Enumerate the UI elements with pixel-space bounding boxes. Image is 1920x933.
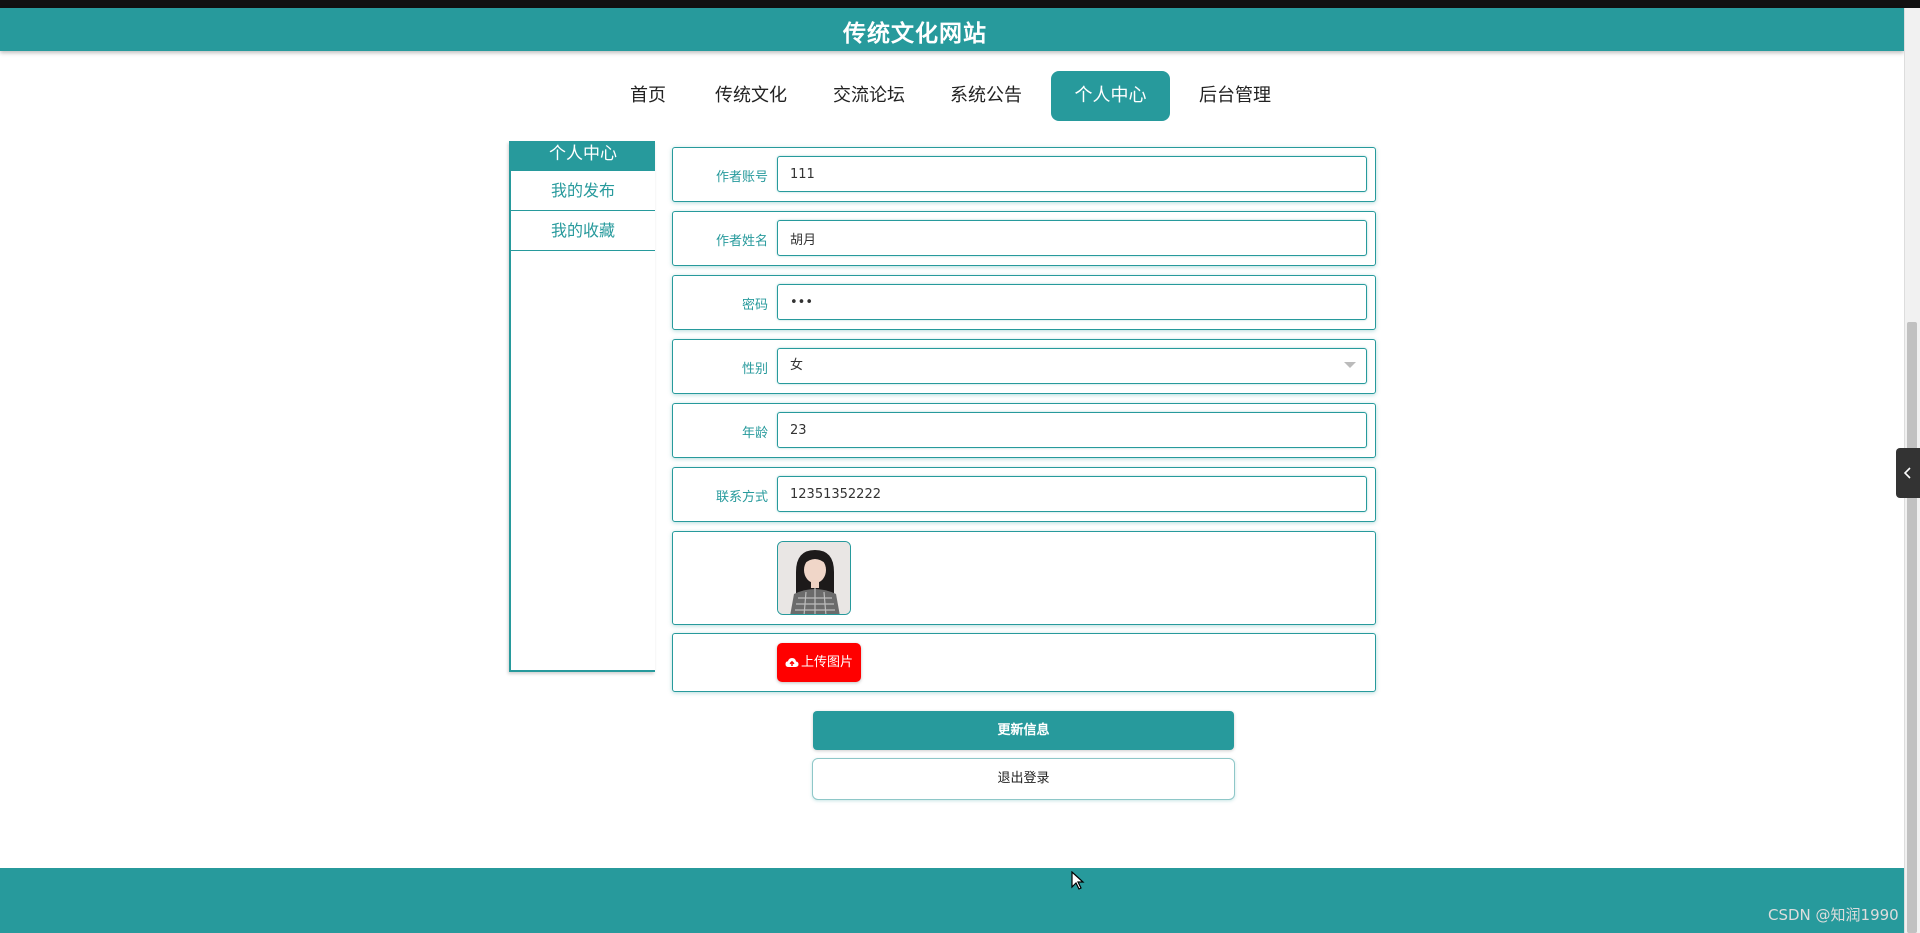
gender-select[interactable]: 女 (777, 348, 1367, 384)
nav-item-personal-center[interactable]: 个人中心 (1051, 71, 1170, 121)
cloud-upload-icon (785, 657, 799, 667)
csdn-watermark: CSDN @知润1990 (1768, 906, 1899, 924)
gender-selected-value: 女 (790, 358, 804, 373)
age-label: 年龄 (741, 426, 768, 441)
nav-item-admin[interactable]: 后台管理 (1192, 71, 1278, 121)
scrollbar-thumb[interactable] (1907, 322, 1917, 933)
nav-item-home[interactable]: 首页 (622, 71, 674, 121)
gender-label: 性别 (741, 362, 768, 377)
password-input[interactable] (777, 284, 1367, 320)
collapse-panel-button[interactable] (1896, 448, 1920, 498)
nav-item-announcements[interactable]: 系统公告 (943, 71, 1029, 121)
chevron-down-icon (1344, 362, 1356, 368)
age-input[interactable] (777, 412, 1367, 448)
main-nav: 首页 传统文化 交流论坛 系统公告 个人中心 后台管理 (0, 71, 1904, 121)
sidebar-item-my-posts[interactable]: 我的发布 (511, 171, 655, 211)
account-label: 作者账号 (715, 170, 768, 185)
name-input[interactable] (777, 220, 1367, 256)
sidebar-title: 个人中心 (511, 141, 655, 171)
sidebar-item-my-favorites[interactable]: 我的收藏 (511, 211, 655, 251)
site-title: 传统文化网站 (843, 21, 987, 47)
form-row-gender: 性别 女 (672, 339, 1376, 394)
sidebar: 个人中心 我的发布 我的收藏 (509, 141, 655, 672)
nav-item-traditional-culture[interactable]: 传统文化 (708, 71, 794, 121)
phone-label: 联系方式 (715, 490, 768, 505)
nav-item-forum[interactable]: 交流论坛 (826, 71, 912, 121)
form-row-age: 年龄 (672, 403, 1376, 458)
form-row-password: 密码 (672, 275, 1376, 330)
update-info-button[interactable]: 更新信息 (813, 711, 1234, 750)
upload-image-button[interactable]: 上传图片 (777, 643, 861, 682)
site-footer (0, 868, 1904, 933)
name-label: 作者姓名 (715, 234, 768, 249)
site-header: 传统文化网站 (0, 8, 1904, 51)
avatar[interactable] (777, 541, 851, 615)
password-label: 密码 (741, 298, 768, 313)
mouse-cursor-icon (1071, 871, 1085, 890)
avatar-image (778, 542, 850, 614)
upload-button-label: 上传图片 (800, 655, 853, 670)
form-row-name: 作者姓名 (672, 211, 1376, 266)
phone-input[interactable] (777, 476, 1367, 512)
form-row-upload: 上传图片 (672, 633, 1376, 692)
chevron-left-icon (1903, 467, 1911, 479)
form-row-account: 作者账号 (672, 147, 1376, 202)
form-row-avatar (672, 531, 1376, 625)
window-top-strip (0, 0, 1920, 8)
form-row-phone: 联系方式 (672, 467, 1376, 522)
logout-button[interactable]: 退出登录 (812, 758, 1235, 800)
account-input[interactable] (777, 156, 1367, 192)
